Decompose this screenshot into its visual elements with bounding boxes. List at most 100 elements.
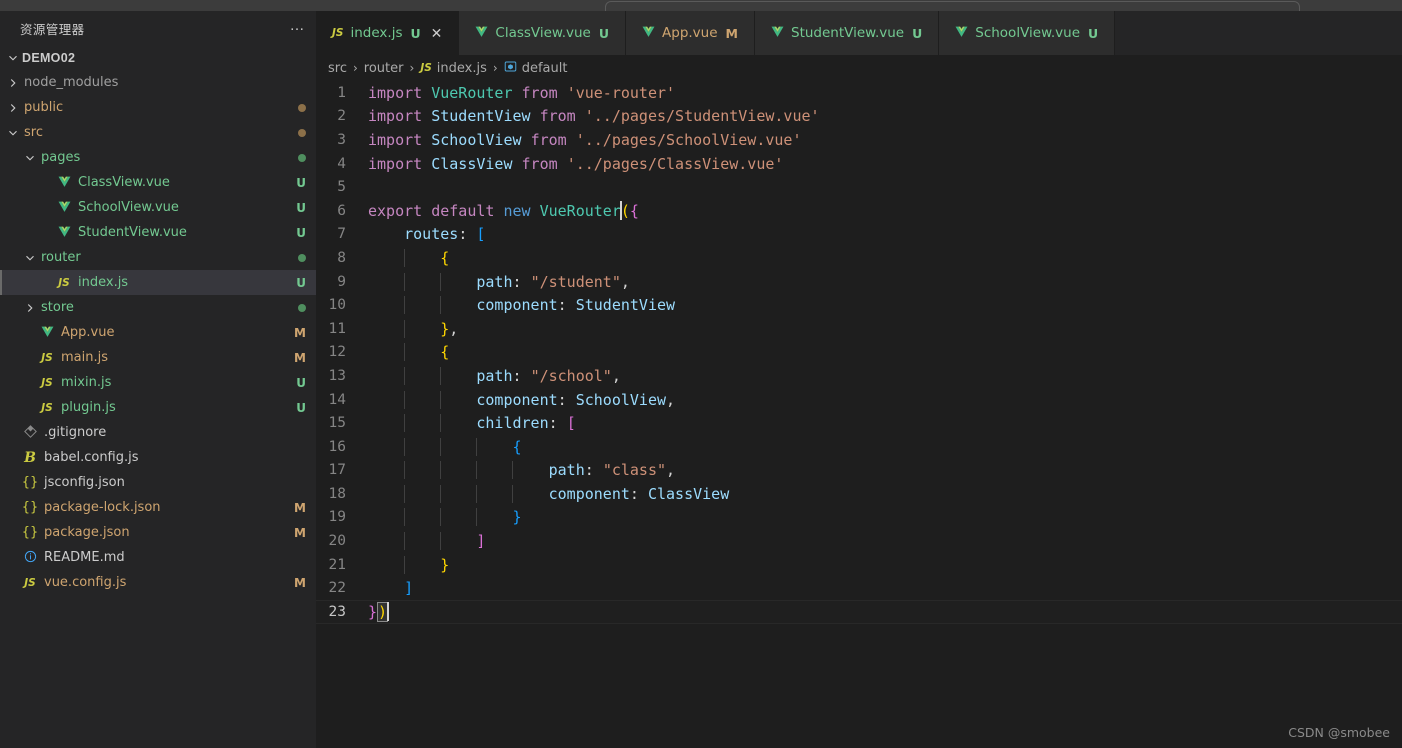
line-number: 23 [328,603,346,620]
vue-icon [54,176,74,190]
tree-item-studentview-vue[interactable]: StudentView.vue U [0,220,316,245]
tree-item-pages[interactable]: pages [0,145,316,170]
tree-item--gitignore[interactable]: .gitignore [0,420,316,445]
breadcrumb-item[interactable]: router [364,61,404,76]
explorer-header: 资源管理器 … [0,11,316,46]
git-status-badge: M [294,350,306,365]
code-line[interactable]: 8 { [316,246,1402,270]
code-editor[interactable]: 1 import VueRouter from 'vue-router' 2 impo… [316,81,1402,748]
explorer-root-row[interactable]: DEMO02 [0,46,316,70]
chevron-down-icon[interactable] [6,51,20,65]
file-tree: node_modules public src pages ClassView.vue U… [0,70,316,748]
editor-tab-schoolview-vue[interactable]: SchoolView.vue U [939,11,1116,55]
chevron-right-icon[interactable] [23,301,37,315]
editor-tab-index-js[interactable]: JS index.js U ✕ [316,11,460,55]
git-status-dot [298,128,306,137]
tree-item-mixin-js[interactable]: JS mixin.js U [0,370,316,395]
tree-item-public[interactable]: public [0,95,316,120]
code-line[interactable]: 16 { [316,435,1402,459]
chevron-right-icon[interactable] [6,101,20,115]
breadcrumb-item[interactable]: index.js [437,61,487,76]
code-line[interactable]: 3 import SchoolView from '../pages/School… [316,128,1402,152]
chevron-down-icon[interactable] [23,251,37,265]
code-line[interactable]: 22 ] [316,576,1402,600]
git-status-dot [298,153,306,162]
code-line[interactable]: 15 children: [ [316,411,1402,435]
tree-item-package-json[interactable]: {} package.json M [0,520,316,545]
breadcrumb-item[interactable]: src [328,61,347,76]
more-actions-icon[interactable]: … [290,18,307,36]
git-status-badge: U [296,275,306,290]
tree-item-schoolview-vue[interactable]: SchoolView.vue U [0,195,316,220]
breadcrumb-separator-icon: › [352,61,358,75]
code-line[interactable]: 20 ] [316,529,1402,553]
chevron-right-icon[interactable] [6,76,20,90]
json-icon: {} [21,525,39,540]
code-line-text: import SchoolView from '../pages/SchoolV… [368,130,802,149]
git-status-badge: M [294,325,306,340]
tree-item-classview-vue[interactable]: ClassView.vue U [0,170,316,195]
code-line[interactable]: 6 export default new VueRouter({ [316,199,1402,223]
tree-item-label: pages [41,150,81,165]
tree-item-store[interactable]: store [0,295,316,320]
code-line[interactable]: 18 component: ClassView [316,482,1402,506]
chevron-down-icon[interactable] [23,151,37,165]
tree-item-index-js[interactable]: JS index.js U [0,270,316,295]
tree-item-babel-config-js[interactable]: Bbabel.config.js [0,445,316,470]
tree-item-vue-config-js[interactable]: JS vue.config.js M [0,570,316,595]
code-line[interactable]: 14 component: SchoolView, [316,388,1402,412]
code-line[interactable]: 10 component: StudentView [316,293,1402,317]
code-line[interactable]: 17 path: "class", [316,459,1402,483]
code-line[interactable]: 19 } [316,506,1402,530]
code-line[interactable]: 9 path: "/student", [316,270,1402,294]
chevron-down-icon[interactable] [6,126,20,140]
code-line[interactable]: 4 import ClassView from '../pages/ClassVi… [316,152,1402,176]
tree-item-node-modules[interactable]: node_modules [0,70,316,95]
editor-tab-app-vue[interactable]: App.vue M [626,11,755,55]
tree-item-label: plugin.js [61,400,116,415]
editor-tab-classview-vue[interactable]: ClassView.vue U [459,11,627,55]
editor-tab-git-badge: U [598,25,610,41]
close-icon[interactable]: ✕ [431,26,443,40]
tree-item-label: SchoolView.vue [78,200,179,215]
git-status-dot [298,253,306,262]
js-icon: JS [332,27,344,40]
code-line[interactable]: 21 } [316,553,1402,577]
tree-item-jsconfig-json[interactable]: {} jsconfig.json [0,470,316,495]
tab-bar-empty-space [1115,11,1402,55]
code-line[interactable]: 5 [316,175,1402,199]
line-number: 1 [337,84,346,101]
breadcrumb-item[interactable]: default [522,61,568,76]
line-number: 12 [328,344,346,361]
code-line[interactable]: 11 }, [316,317,1402,341]
line-number: 18 [328,485,346,502]
tree-item-src[interactable]: src [0,120,316,145]
code-line[interactable]: 23}) [316,600,1402,624]
editor-tab-studentview-vue[interactable]: StudentView.vue U [755,11,940,55]
code-line[interactable]: 7 routes: [ [316,223,1402,247]
code-line[interactable]: 12 { [316,341,1402,365]
line-number: 21 [328,556,346,573]
json-icon: {} [21,500,39,515]
code-line-text: import StudentView from '../pages/Studen… [368,107,820,126]
line-number: 4 [337,155,346,172]
code-line[interactable]: 1 import VueRouter from 'vue-router' [316,81,1402,105]
code-line[interactable]: 2 import StudentView from '../pages/Stude… [316,105,1402,129]
code-line-text: } [368,508,1402,527]
tree-item-package-lock-json[interactable]: {} package-lock.json M [0,495,316,520]
tree-item-readme-md[interactable]: README.md [0,545,316,570]
tree-item-app-vue[interactable]: App.vue M [0,320,316,345]
line-number: 13 [328,367,346,384]
tree-item-main-js[interactable]: JS main.js M [0,345,316,370]
code-line[interactable]: 13 path: "/school", [316,364,1402,388]
tree-item-plugin-js[interactable]: JS plugin.js U [0,395,316,420]
tree-item-router[interactable]: router [0,245,316,270]
editor-tab-bar: JS index.js U ✕ ClassView.vue U App.vue M Studen… [316,11,1402,55]
